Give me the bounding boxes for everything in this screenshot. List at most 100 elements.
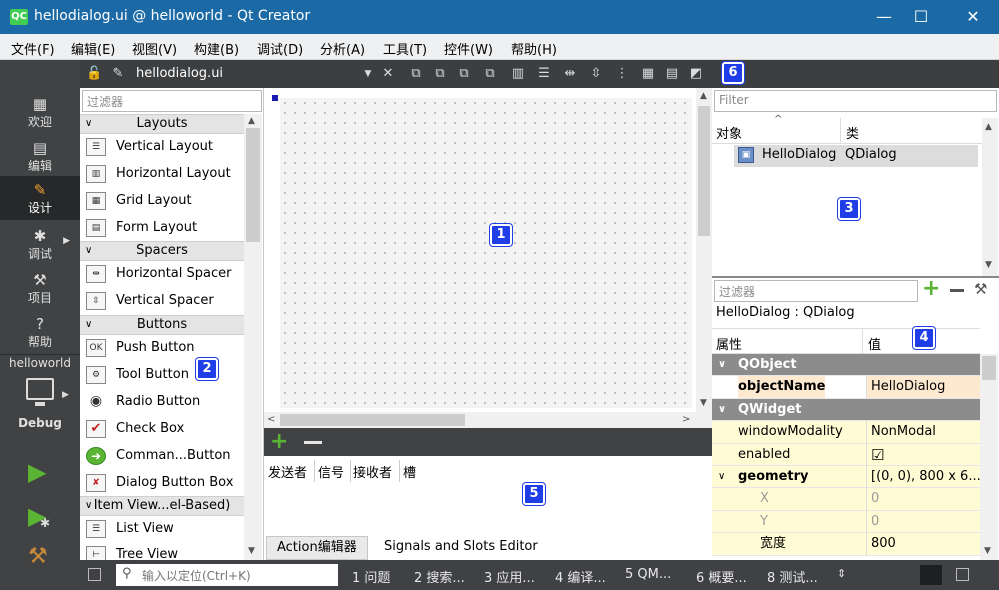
run-icon[interactable]: ▶ [28, 458, 46, 486]
add-connection-icon[interactable]: + [270, 429, 288, 454]
scroll-down-arrow-icon[interactable]: ▼ [248, 546, 255, 556]
property-value[interactable]: 0 [866, 510, 980, 533]
mode-debug[interactable]: ✱ 调试 ▶ [0, 222, 80, 266]
menu-debug[interactable]: 调试(D) [257, 39, 303, 58]
edit-widgets-icon[interactable]: ⧉ [408, 66, 424, 82]
widget-box-scroll-thumb[interactable] [246, 128, 260, 242]
scroll-down-arrow-icon[interactable]: ▼ [700, 398, 707, 408]
toggle-right-sidebar-icon[interactable] [956, 568, 969, 581]
widget-horizontal-layout[interactable]: ▥ Horizontal Layout [80, 161, 244, 187]
property-value[interactable]: NonModal [866, 421, 980, 444]
output-pane-tests[interactable]: 8 测试... [767, 567, 818, 586]
property-row-enabled[interactable]: enabled ☑ [712, 443, 980, 466]
checkbox-checked-icon[interactable]: ☑ [866, 443, 980, 466]
property-value[interactable]: [(0, 0), 800 x 6... [866, 466, 980, 488]
edit-tab-order-icon[interactable]: ⧉ [482, 66, 498, 82]
grid-layout-icon[interactable]: ▦ [640, 66, 656, 82]
mode-edit[interactable]: ▤ 编辑 [0, 134, 80, 178]
column-receiver[interactable]: 接收者 [353, 462, 392, 481]
configure-wrench-icon[interactable]: ⚒ [974, 280, 987, 298]
widget-command-link-button[interactable]: ➜ Comman...Button [80, 443, 244, 469]
output-pane-qml[interactable]: 5 QM... [625, 567, 671, 582]
object-inspector-scrollbar[interactable] [982, 118, 998, 276]
open-file-name[interactable]: hellodialog.ui [136, 66, 223, 81]
progress-toggle-icon[interactable] [920, 565, 942, 585]
scroll-up-arrow-icon[interactable]: ▲ [985, 122, 992, 132]
property-row-y[interactable]: Y0 [712, 510, 980, 534]
property-group-qwidget[interactable]: ∨ QWidget [712, 398, 980, 422]
widget-radio-button[interactable]: ◉ Radio Button [80, 389, 244, 415]
mode-projects[interactable]: ⚒ 项目 [0, 266, 80, 310]
widget-push-button[interactable]: OK Push Button [80, 335, 244, 361]
property-editor-scrollbar[interactable] [980, 354, 998, 560]
canvas-horizontal-scroll-thumb[interactable] [280, 414, 465, 426]
menu-view[interactable]: 视图(V) [132, 39, 177, 58]
widget-grid-layout[interactable]: ▦ Grid Layout [80, 188, 244, 214]
edit-buddies-icon[interactable]: ⧉ [456, 66, 472, 82]
menu-tools[interactable]: 工具(T) [383, 39, 427, 58]
tab-action-editor[interactable]: Action编辑器 [266, 536, 368, 560]
property-row-geometry[interactable]: ∨ geometry [(0, 0), 800 x 6... [712, 466, 980, 489]
dialog-form-canvas[interactable] [280, 98, 692, 408]
category-item-views[interactable]: ∨ Item View...el-Based) [80, 496, 244, 516]
widget-list-view[interactable]: ☰ List View [80, 516, 244, 542]
output-pane-compile[interactable]: 4 编译... [555, 567, 606, 586]
edit-signals-icon[interactable]: ⧉ [432, 66, 448, 82]
remove-connection-icon[interactable] [304, 441, 322, 444]
monitor-icon[interactable] [26, 378, 54, 400]
property-editor-scroll-thumb[interactable] [982, 356, 996, 380]
layout-vertical-icon[interactable]: ☰ [536, 66, 552, 82]
widget-tree-view[interactable]: ⊢ Tree View [80, 542, 244, 560]
property-row-objectname[interactable]: objectName HelloDialog [712, 376, 980, 399]
scroll-down-arrow-icon[interactable]: ▼ [984, 546, 991, 556]
widget-filter-input[interactable]: 过滤器 [82, 90, 262, 112]
close-button[interactable]: ✕ [950, 0, 996, 34]
adjust-size-icon[interactable]: ◩ [688, 66, 704, 82]
property-value[interactable]: 800 [866, 533, 980, 556]
property-filter-input[interactable]: 过滤器 [714, 280, 918, 302]
close-document-icon[interactable]: ✕ [380, 66, 396, 82]
menu-analyze[interactable]: 分析(A) [320, 39, 365, 58]
column-object[interactable]: 对象 [716, 123, 742, 142]
widget-form-layout[interactable]: ▤ Form Layout [80, 215, 244, 241]
column-class[interactable]: 类 [846, 123, 859, 142]
output-pane-search[interactable]: 2 搜索... [414, 567, 465, 586]
menu-help[interactable]: 帮助(H) [511, 39, 557, 58]
build-hammer-icon[interactable]: ⚒ [28, 544, 48, 569]
chevron-down-icon[interactable]: ▼ [360, 66, 376, 82]
object-row-hellodialog[interactable]: ▣ HelloDialog QDialog [734, 145, 978, 167]
column-property[interactable]: 属性 [716, 334, 742, 353]
canvas-vertical-scroll-thumb[interactable] [698, 106, 710, 236]
remove-dynamic-property-icon[interactable] [950, 289, 964, 292]
splitter-horizontal-icon[interactable]: ⇹ [562, 66, 578, 82]
property-value[interactable]: HelloDialog [866, 376, 980, 399]
column-signal[interactable]: 信号 [318, 462, 344, 481]
selection-handle[interactable] [272, 95, 278, 101]
widget-vertical-layout[interactable]: ☰ Vertical Layout [80, 134, 244, 160]
maximize-button[interactable]: ☐ [898, 0, 944, 34]
column-sender[interactable]: 发送者 [268, 462, 307, 481]
output-pane-general[interactable]: 6 概要... [696, 567, 747, 586]
column-slot[interactable]: 槽 [403, 462, 416, 481]
property-group-qobject[interactable]: ∨ QObject [712, 354, 980, 377]
menu-build[interactable]: 构建(B) [194, 39, 239, 58]
scroll-up-arrow-icon[interactable]: ▲ [700, 91, 707, 101]
property-row-windowmodality[interactable]: windowModality NonModal [712, 421, 980, 444]
break-layout-icon[interactable]: ▤ [664, 66, 680, 82]
mode-design[interactable]: ✎ 设计 [0, 176, 80, 220]
form-layout-icon[interactable]: ⋮ [614, 66, 630, 82]
widget-horizontal-spacer[interactable]: ⇹ Horizontal Spacer [80, 261, 244, 287]
property-row-width[interactable]: 宽度 800 [712, 533, 980, 556]
locator-input[interactable]: 输入以定位(Ctrl+K) [116, 564, 338, 586]
widget-check-box[interactable]: ✔ Check Box [80, 416, 244, 442]
widget-vertical-spacer[interactable]: ⇳ Vertical Spacer [80, 288, 244, 314]
mode-welcome[interactable]: ▦ 欢迎 [0, 90, 80, 134]
property-row-x[interactable]: X0 [712, 488, 980, 511]
property-value[interactable]: 0 [866, 488, 980, 511]
menu-widgets[interactable]: 控件(W) [444, 39, 493, 58]
output-pane-issues[interactable]: 1 问题 [352, 567, 390, 586]
column-value[interactable]: 值 [868, 334, 881, 353]
menu-edit[interactable]: 编辑(E) [71, 39, 115, 58]
add-dynamic-property-icon[interactable]: + [922, 276, 940, 301]
category-layouts[interactable]: ∨ Layouts [80, 114, 244, 134]
